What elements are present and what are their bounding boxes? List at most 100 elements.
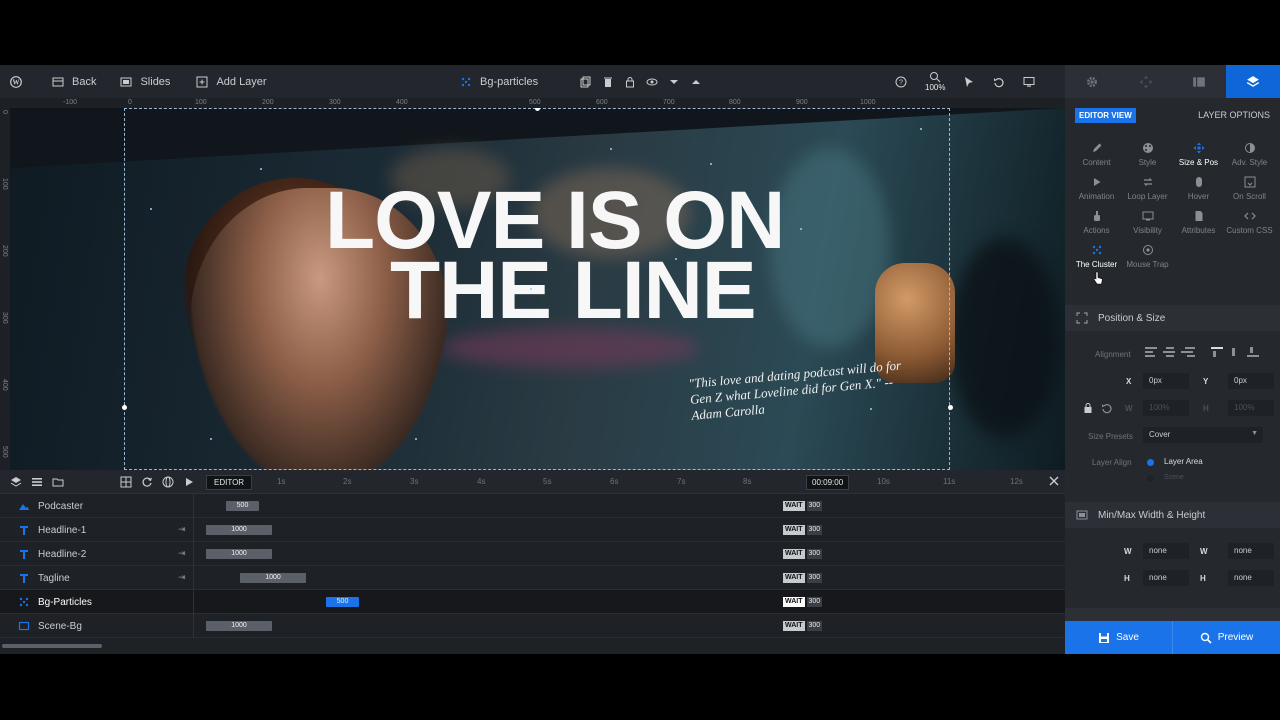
folder-icon[interactable] bbox=[52, 476, 64, 488]
save-button[interactable]: Save bbox=[1065, 621, 1172, 654]
preview-label: Preview bbox=[1217, 632, 1254, 643]
grid-icon[interactable] bbox=[120, 476, 132, 488]
wait-control[interactable]: WAIT 300 bbox=[783, 573, 823, 583]
option-adv-style[interactable]: Adv. Style bbox=[1224, 142, 1275, 167]
option-custom-css[interactable]: Custom CSS bbox=[1224, 210, 1275, 235]
tab-settings[interactable] bbox=[1065, 65, 1119, 98]
wait-control[interactable]: WAIT 300 bbox=[783, 525, 823, 535]
ruler-tick: 0 bbox=[128, 99, 132, 106]
layer-row-bg-particles[interactable]: Bg-Particles 500 WAIT 300 bbox=[0, 590, 1065, 614]
wait-control[interactable]: WAIT 300 bbox=[783, 549, 823, 559]
pointer-icon[interactable] bbox=[963, 76, 975, 88]
option-actions[interactable]: Actions bbox=[1071, 210, 1122, 235]
wait-control[interactable]: WAIT 300 bbox=[783, 621, 823, 631]
tab-layers[interactable] bbox=[1226, 65, 1280, 98]
lock-icon[interactable] bbox=[1082, 402, 1094, 414]
layer-row-tagline[interactable]: Tagline ⇥ 1000 WAIT 300 bbox=[0, 566, 1065, 590]
y-position-input[interactable]: 0px bbox=[1228, 373, 1274, 389]
help-icon[interactable]: ? bbox=[895, 76, 907, 88]
align-top-icon[interactable] bbox=[1211, 346, 1225, 358]
duration-bar[interactable]: 1000 bbox=[206, 525, 272, 535]
ruler-tick: 200 bbox=[262, 99, 274, 106]
add-layer-button[interactable]: Add Layer bbox=[182, 65, 278, 98]
wait-control[interactable]: WAIT 300 bbox=[783, 501, 823, 511]
slide-canvas[interactable]: LOVE IS ON THE LINE "This love and datin… bbox=[10, 108, 1065, 470]
preview-button[interactable]: Preview bbox=[1172, 621, 1280, 654]
next-section-header[interactable] bbox=[1065, 608, 1280, 622]
option-attributes[interactable]: Attributes bbox=[1173, 210, 1224, 235]
option-label: On Scroll bbox=[1233, 192, 1266, 201]
layer-area-radio[interactable] bbox=[1147, 459, 1154, 466]
option-mouse-trap[interactable]: Mouse Trap bbox=[1122, 244, 1173, 269]
option-loop-layer[interactable]: Loop Layer bbox=[1122, 176, 1173, 201]
ruler-tick: 400 bbox=[1, 379, 8, 391]
layer-row-scene-bg[interactable]: Scene-Bg 1000 WAIT 300 bbox=[0, 614, 1065, 638]
align-center-icon[interactable] bbox=[1163, 346, 1177, 358]
layer-row-headline-2[interactable]: Headline-2 ⇥ 1000 WAIT 300 bbox=[0, 542, 1065, 566]
refresh-icon[interactable] bbox=[141, 476, 153, 488]
option-hover[interactable]: Hover bbox=[1173, 176, 1224, 201]
layers-stack-icon[interactable] bbox=[10, 476, 22, 488]
chevron-down-icon[interactable] bbox=[668, 76, 680, 88]
close-icon[interactable] bbox=[1048, 475, 1060, 487]
back-button[interactable]: Back bbox=[34, 65, 108, 98]
option-animation[interactable]: Animation bbox=[1071, 176, 1122, 201]
x-position-input[interactable]: 0px bbox=[1143, 373, 1189, 389]
horizontal-scrollbar[interactable] bbox=[2, 644, 102, 648]
time-mark: 3s bbox=[410, 477, 419, 486]
height-input[interactable]: 100% bbox=[1228, 400, 1274, 416]
layer-row-podcaster[interactable]: Podcaster 500 WAIT 300 bbox=[0, 494, 1065, 518]
time-mark: 4s bbox=[477, 477, 486, 486]
align-left-icon[interactable] bbox=[1145, 346, 1159, 358]
option-the-cluster[interactable]: The Cluster bbox=[1071, 244, 1122, 269]
duration-bar[interactable]: 1000 bbox=[206, 621, 272, 631]
layer-row-headline-1[interactable]: Headline-1 ⇥ 1000 WAIT 300 bbox=[0, 518, 1065, 542]
slides-button[interactable]: Slides bbox=[108, 65, 182, 98]
duration-bar[interactable]: 500 bbox=[226, 501, 259, 511]
align-middle-icon[interactable] bbox=[1229, 346, 1243, 358]
globe-icon[interactable] bbox=[162, 476, 174, 488]
list-icon[interactable] bbox=[31, 476, 43, 488]
play-icon[interactable] bbox=[183, 476, 195, 488]
eye-icon[interactable] bbox=[646, 76, 658, 88]
resize-handle[interactable] bbox=[122, 405, 127, 410]
duration-bar[interactable]: 1000 bbox=[206, 549, 272, 559]
undo-icon[interactable] bbox=[993, 76, 1005, 88]
option-on-scroll[interactable]: On Scroll bbox=[1224, 176, 1275, 201]
minmax-header[interactable]: Min/Max Width & Height bbox=[1065, 502, 1280, 528]
duration-bar[interactable]: 1000 bbox=[240, 573, 306, 583]
current-time[interactable]: 00:09:00 bbox=[806, 475, 850, 490]
reset-icon[interactable] bbox=[1101, 402, 1113, 414]
max-width-input[interactable]: none bbox=[1228, 543, 1274, 559]
chevron-up-icon[interactable] bbox=[690, 76, 702, 88]
min-height-input[interactable]: none bbox=[1143, 570, 1189, 586]
zoom-control[interactable]: 100% bbox=[925, 71, 945, 92]
option-style[interactable]: Style bbox=[1122, 142, 1173, 167]
resize-handle[interactable] bbox=[948, 405, 953, 410]
tab-navigation[interactable] bbox=[1119, 65, 1173, 98]
lock-icon[interactable] bbox=[624, 76, 636, 88]
trash-icon[interactable] bbox=[602, 76, 614, 88]
size-presets-select[interactable]: Cover ▼ bbox=[1143, 427, 1263, 443]
option-content[interactable]: Content bbox=[1071, 142, 1122, 167]
align-right-icon[interactable] bbox=[1181, 346, 1195, 358]
position-size-header[interactable]: Position & Size bbox=[1065, 305, 1280, 331]
current-layer-selector[interactable]: Bg-particles bbox=[460, 65, 538, 98]
ruler-tick: 100 bbox=[195, 99, 207, 106]
editor-view-button[interactable]: EDITOR VIEW bbox=[1075, 107, 1136, 123]
option-size-pos[interactable]: Size & Pos bbox=[1173, 142, 1224, 167]
layer-options-button[interactable]: LAYER OPTIONS bbox=[1198, 110, 1270, 120]
option-visibility[interactable]: Visibility bbox=[1122, 210, 1173, 235]
scene-radio[interactable] bbox=[1147, 475, 1154, 482]
duplicate-icon[interactable] bbox=[580, 76, 592, 88]
max-height-input[interactable]: none bbox=[1228, 570, 1274, 586]
duration-bar[interactable]: 500 bbox=[326, 597, 359, 607]
wordpress-button[interactable]: W bbox=[0, 65, 34, 98]
row-divider bbox=[193, 614, 194, 638]
tab-slides[interactable] bbox=[1173, 65, 1227, 98]
desktop-icon[interactable] bbox=[1023, 76, 1035, 88]
width-input[interactable]: 100% bbox=[1143, 400, 1189, 416]
align-bottom-icon[interactable] bbox=[1247, 346, 1261, 358]
min-width-input[interactable]: none bbox=[1143, 543, 1189, 559]
wait-control[interactable]: WAIT 300 bbox=[783, 597, 823, 607]
